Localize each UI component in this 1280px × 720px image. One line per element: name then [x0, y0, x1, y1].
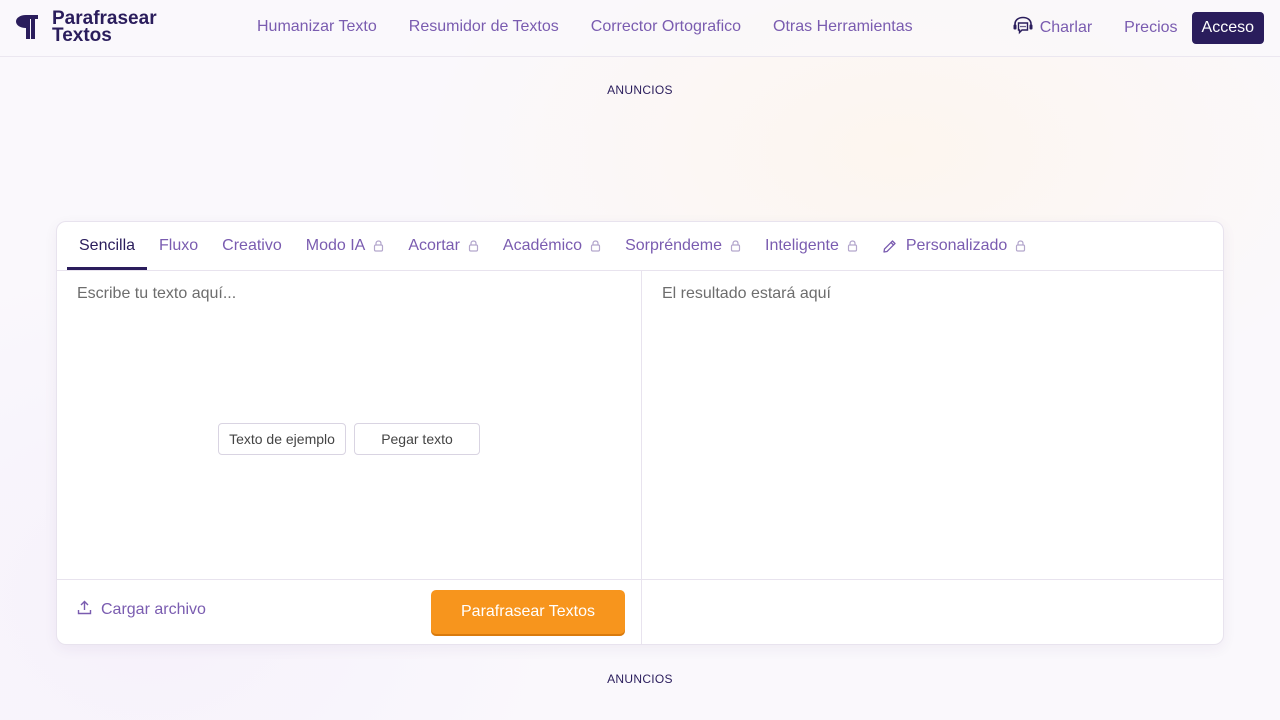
tab-label: Acortar [408, 237, 460, 254]
lock-icon [590, 240, 601, 252]
tab-sorprendeme[interactable]: Sorpréndeme [613, 222, 753, 270]
tab-creativo[interactable]: Creativo [210, 222, 294, 270]
chat-label: Charlar [1039, 19, 1093, 36]
main-nav: Humanizar Texto Resumidor de Textos Corr… [257, 18, 945, 36]
tabs-divider [57, 270, 1223, 271]
logo-line-2: Textos [52, 25, 112, 46]
logo-text: Parafrasear Textos [52, 9, 162, 46]
lock-icon [730, 240, 741, 252]
pricing-link[interactable]: Precios [1124, 19, 1177, 37]
headset-chat-icon [1012, 16, 1040, 41]
paraphrase-button[interactable]: Parafrasear Textos [431, 590, 625, 634]
pilcrow-logo-icon [16, 12, 42, 42]
ad-label-bottom: ANUNCIOS [607, 672, 673, 686]
tab-modo-ia[interactable]: Modo IA [294, 222, 397, 270]
input-textarea[interactable]: Escribe tu texto aquí... [77, 285, 236, 303]
nav-link-resumidor[interactable]: Resumidor de Textos [409, 18, 559, 36]
tab-label: Académico [502, 237, 583, 254]
tab-label: Modo IA [305, 237, 366, 254]
paste-text-button[interactable]: Pegar texto [354, 423, 480, 455]
tab-personalizado[interactable]: Personalizado [870, 222, 1038, 270]
paraphrase-tool: Sencilla Fluxo Creativo Modo IA Acortar … [56, 221, 1224, 645]
header-actions: Charlar Precios Acceso [1012, 12, 1264, 44]
tab-academico[interactable]: Académico [491, 222, 613, 270]
tab-label: Sencilla [79, 237, 136, 254]
mode-tabs: Sencilla Fluxo Creativo Modo IA Acortar … [67, 222, 1038, 270]
upload-file-button[interactable]: Cargar archivo [77, 600, 206, 620]
panel-divider [641, 270, 642, 644]
tab-label: Personalizado [905, 237, 1008, 254]
logo[interactable]: Parafrasear Textos [16, 9, 162, 46]
sample-text-button[interactable]: Texto de ejemplo [218, 423, 346, 455]
tab-label: Inteligente [765, 237, 839, 254]
lock-icon [847, 240, 858, 252]
pencil-icon [882, 239, 897, 254]
lock-icon [1015, 240, 1026, 252]
tab-label: Sorpréndeme [625, 237, 723, 254]
tab-label: Fluxo [159, 237, 199, 254]
upload-icon [77, 600, 101, 620]
nav-link-otras[interactable]: Otras Herramientas [773, 18, 913, 36]
chat-link[interactable]: Charlar [1012, 16, 1092, 41]
output-area: El resultado estará aquí [662, 285, 831, 302]
nav-link-humanizar[interactable]: Humanizar Texto [257, 18, 377, 36]
footer-divider [57, 579, 1223, 580]
lock-icon [373, 240, 384, 252]
tab-inteligente[interactable]: Inteligente [753, 222, 870, 270]
site-header: Parafrasear Textos Humanizar Texto Resum… [0, 0, 1280, 57]
tab-label: Creativo [222, 237, 282, 254]
tab-sencilla[interactable]: Sencilla [67, 222, 148, 270]
tab-acortar[interactable]: Acortar [396, 222, 491, 270]
lock-icon [468, 240, 479, 252]
login-button[interactable]: Acceso [1191, 12, 1264, 44]
nav-link-corrector[interactable]: Corrector Ortografico [591, 18, 741, 36]
upload-label: Cargar archivo [101, 601, 206, 618]
tab-fluxo[interactable]: Fluxo [147, 222, 210, 270]
ad-label-top: ANUNCIOS [607, 83, 673, 97]
